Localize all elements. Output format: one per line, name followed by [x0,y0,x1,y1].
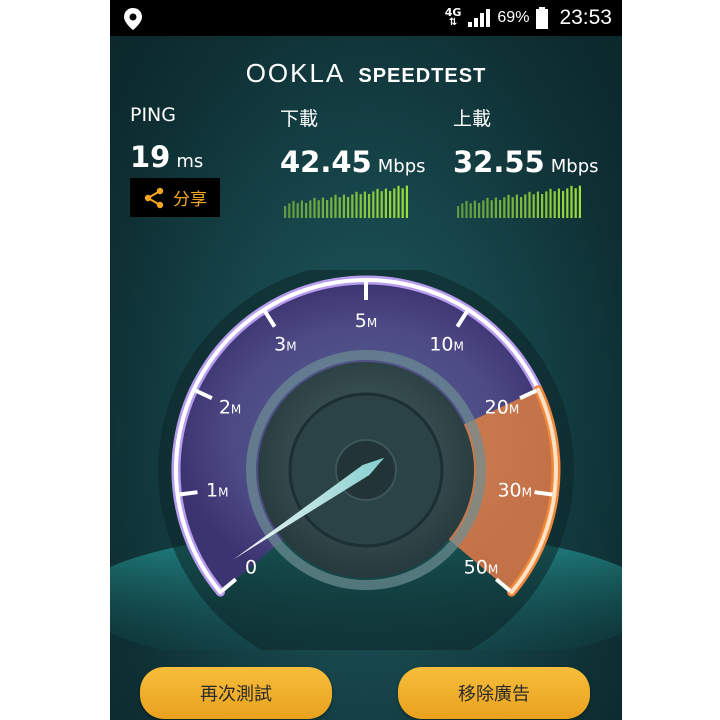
download-graph-bar [351,194,354,218]
download-graph-bar [401,188,404,218]
ping-metric: PING 19 ms [130,104,203,174]
network-arrows-icon: ⇅ [448,17,458,28]
upload-graph-bar [541,194,544,218]
download-graph-bar [338,197,341,218]
upload-graph-bar [570,185,573,218]
download-speed-graph [284,185,408,218]
upload-graph-bar [528,191,531,218]
upload-graph-bar [457,206,460,218]
upload-graph-bar [486,197,489,218]
upload-unit: Mbps [550,156,599,177]
retest-button[interactable]: 再次測試 [140,667,332,719]
upload-graph-bar [545,191,548,218]
upload-graph-bar [469,203,472,218]
status-right: 4G ⇅ 69% 23:53 [445,0,612,36]
download-graph-bar [363,191,366,218]
gauge-tick [179,490,198,497]
download-graph-bar [393,188,396,218]
download-graph-bar [309,200,312,218]
battery-percent: 69% [497,9,530,26]
app-logo: OOKLA SPEEDTEST [110,58,622,89]
download-graph-bar [368,194,371,218]
upload-graph-bar [507,194,510,218]
speed-gauge: 01M2M3M5M10M20M30M50M [110,270,622,650]
upload-graph-bar [461,203,464,218]
download-graph-bar [313,197,316,218]
upload-graph-bar [557,188,560,218]
download-graph-bar [397,185,400,218]
upload-graph-bar [511,197,514,218]
upload-graph-bar [490,200,493,218]
status-bar: 4G ⇅ 69% 23:53 [110,0,622,36]
download-graph-bar [380,191,383,218]
upload-graph-bar [494,197,497,218]
upload-graph-bar [499,200,502,218]
download-graph-bar [284,206,287,218]
upload-graph-bar [532,194,535,218]
upload-graph-bar [478,203,481,218]
download-graph-bar [296,203,299,218]
upload-graph-bar [578,185,581,218]
upload-value: 32.55 [453,145,545,179]
upload-graph-bar [515,194,518,218]
ping-value: 19 [130,140,171,174]
upload-graph-bar [524,194,527,218]
download-graph-bar [376,188,379,218]
brand-name: OOKLA [245,58,346,88]
download-value: 42.45 [280,145,372,179]
upload-graph-bar [473,200,476,218]
remove-ads-button[interactable]: 移除廣告 [398,667,590,719]
clock: 23:53 [559,6,612,29]
download-graph-bar [372,191,375,218]
download-graph-bar [330,197,333,218]
download-metric: 下載 42.45 Mbps [280,104,426,179]
upload-speed-graph [457,185,581,218]
share-icon [144,187,164,208]
download-graph-bar [326,200,329,218]
upload-graph-bar [482,200,485,218]
download-graph-bar [405,185,408,218]
ping-unit: ms [176,151,204,172]
download-graph-bar [321,197,324,218]
download-graph-bar [355,191,358,218]
download-graph-bar [347,197,350,218]
upload-graph-bar [549,188,552,218]
remove-ads-label: 移除廣告 [458,684,530,705]
upload-graph-bar [536,191,539,218]
download-graph-bar [292,200,295,218]
download-graph-bar [359,194,362,218]
upload-graph-bar [562,191,565,218]
upload-label: 上載 [453,108,492,130]
download-graph-bar [300,200,303,218]
gauge-label: 0 [245,556,257,578]
download-graph-bar [389,191,392,218]
download-graph-bar [317,200,320,218]
upload-graph-bar [465,200,468,218]
retest-label: 再次測試 [200,684,272,705]
upload-graph-bar [503,197,506,218]
gauge-tick [534,490,553,497]
download-label: 下載 [280,108,319,130]
download-graph-bar [305,203,308,218]
upload-metric: 上載 32.55 Mbps [453,104,599,179]
phone-screen: 4G ⇅ 69% 23:53 OOKLA SPEEDTEST PING 19 ms [110,0,622,720]
product-name: SPEEDTEST [358,65,487,87]
network-indicator: 4G ⇅ [445,7,462,28]
download-graph-bar [288,203,291,218]
battery-icon [536,7,549,29]
upload-graph-bar [553,191,556,218]
signal-icon [468,9,491,27]
download-unit: Mbps [377,156,426,177]
location-pin-icon [124,8,142,30]
ping-label: PING [130,104,176,126]
download-graph-bar [384,188,387,218]
upload-graph-bar [574,188,577,218]
upload-graph-bar [520,197,523,218]
upload-graph-bar [566,188,569,218]
download-graph-bar [334,194,337,218]
download-graph-bar [342,194,345,218]
share-button[interactable]: 分享 [130,178,220,217]
share-label: 分享 [173,190,207,210]
